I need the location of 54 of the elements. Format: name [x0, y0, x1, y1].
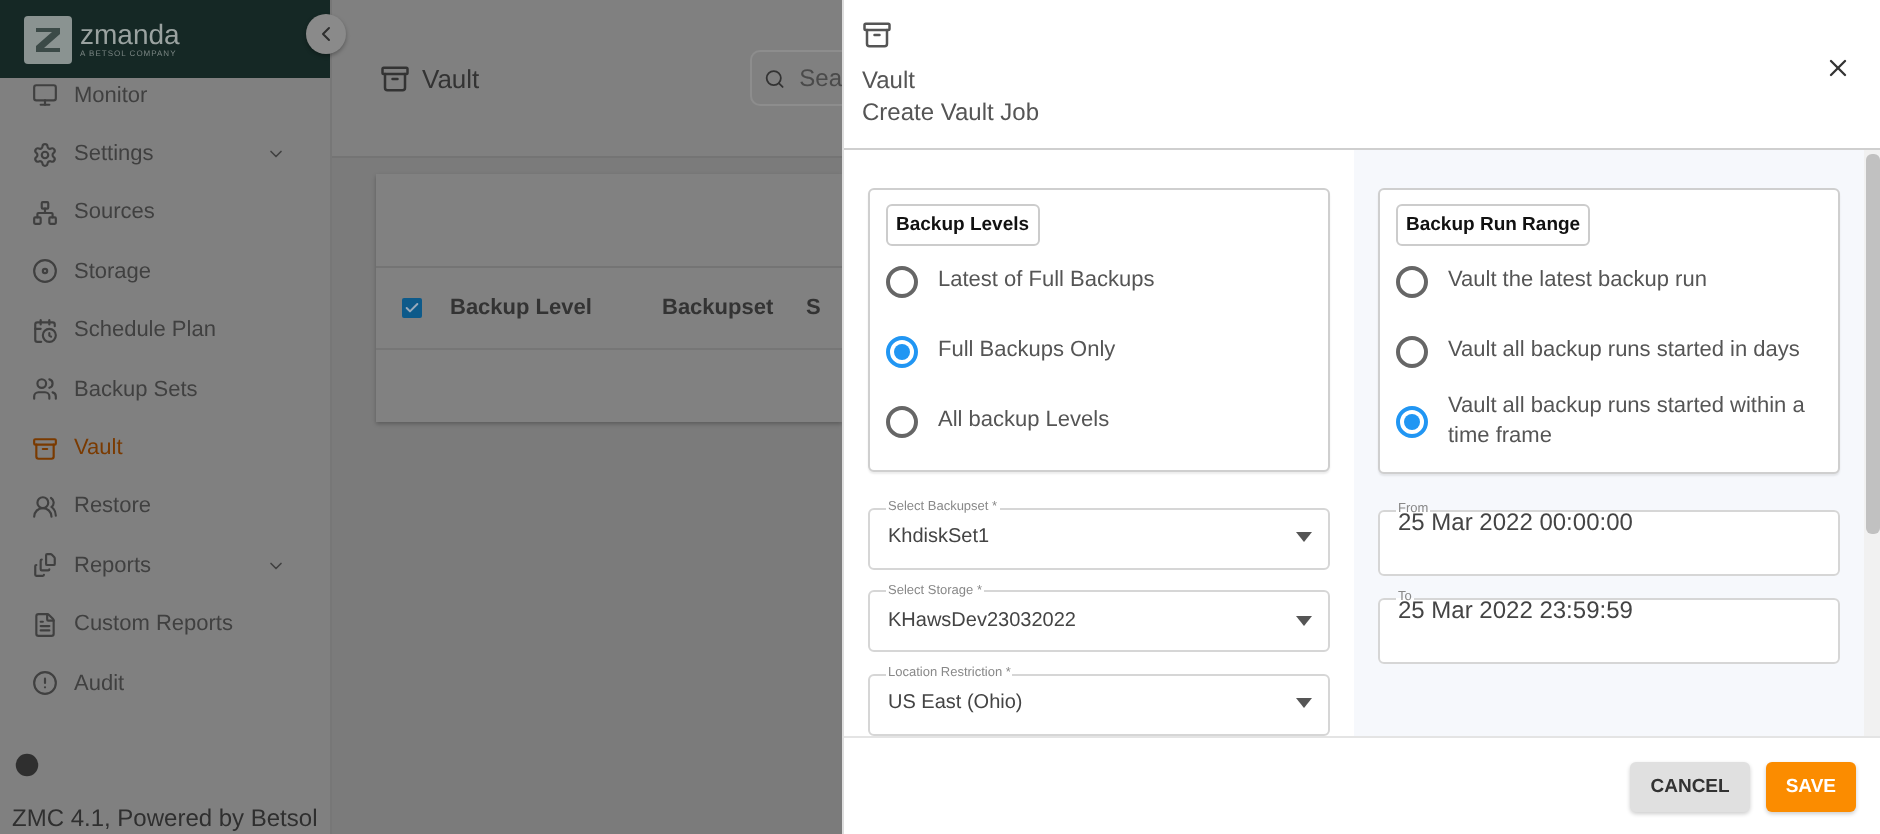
select-all-checkbox[interactable]: [402, 298, 422, 318]
drawer-title: Create Vault Job: [862, 96, 1041, 130]
document-icon: [32, 611, 58, 638]
save-button[interactable]: SAVE: [1765, 761, 1856, 811]
radio-button[interactable]: [886, 335, 918, 367]
cancel-button[interactable]: CANCEL: [1630, 761, 1750, 811]
network-icon: [32, 199, 58, 226]
user-avatar-icon[interactable]: [12, 750, 42, 780]
archive-icon: [380, 63, 410, 93]
radio-option[interactable]: Vault all backup runs started in days: [1396, 316, 1822, 386]
group-title: Backup Levels: [886, 204, 1040, 246]
search-icon: [764, 67, 786, 89]
close-button[interactable]: [1824, 54, 1852, 82]
disc-icon: [32, 258, 58, 285]
sidebar-item[interactable]: Backup Sets: [0, 359, 330, 419]
radio-button[interactable]: [1396, 335, 1428, 367]
monitor-icon: [32, 82, 58, 109]
column-header[interactable]: Backup Level: [450, 296, 618, 320]
radio-option[interactable]: Full Backups Only: [886, 316, 1312, 386]
calendar-clock-icon: [32, 317, 58, 344]
radio-button[interactable]: [1396, 405, 1428, 437]
users-icon: [32, 376, 58, 403]
drawer-section: Vault: [862, 64, 1824, 96]
users-icon: [32, 493, 58, 520]
archive-icon: [862, 20, 892, 50]
sidebar-item[interactable]: Storage: [0, 242, 330, 302]
radio-button[interactable]: [886, 265, 918, 297]
archive-icon: [32, 435, 58, 462]
page-title: Vault: [422, 63, 480, 93]
radio-option[interactable]: Vault the latest backup run: [1396, 246, 1822, 316]
sidebar-item[interactable]: Monitor: [0, 66, 330, 125]
sidebar-item[interactable]: Settings: [0, 124, 330, 184]
sidebar-item[interactable]: Sources: [0, 183, 330, 243]
sidebar-item[interactable]: Audit: [0, 653, 330, 713]
radio-option[interactable]: Latest of Full Backups: [886, 246, 1312, 316]
sidebar-item[interactable]: Vault: [0, 418, 330, 478]
sidebar-item[interactable]: Reports: [0, 536, 330, 596]
sidebar-item[interactable]: Restore: [0, 477, 330, 537]
sidebar-item[interactable]: Custom Reports: [0, 595, 330, 654]
radio-button[interactable]: [1396, 265, 1428, 297]
sidebar-item[interactable]: Schedule Plan: [0, 301, 330, 360]
column-header[interactable]: S: [806, 296, 842, 320]
scrollbar[interactable]: [1864, 150, 1880, 736]
radio-option[interactable]: All backup Levels: [886, 386, 1312, 456]
column-header[interactable]: Backupset: [662, 296, 806, 320]
group-title: Backup Run Range: [1396, 204, 1591, 246]
gear-icon: [32, 141, 58, 168]
logo-icon: [24, 15, 72, 63]
version-text: ZMC 4.1, Powered by Betsol: [12, 804, 320, 832]
alert-icon: [32, 670, 58, 697]
radio-button[interactable]: [886, 405, 918, 437]
files-icon: [32, 552, 58, 579]
radio-option[interactable]: Vault all backup runs started within a time frame: [1396, 386, 1822, 456]
logo-text: zmanda: [80, 20, 180, 48]
